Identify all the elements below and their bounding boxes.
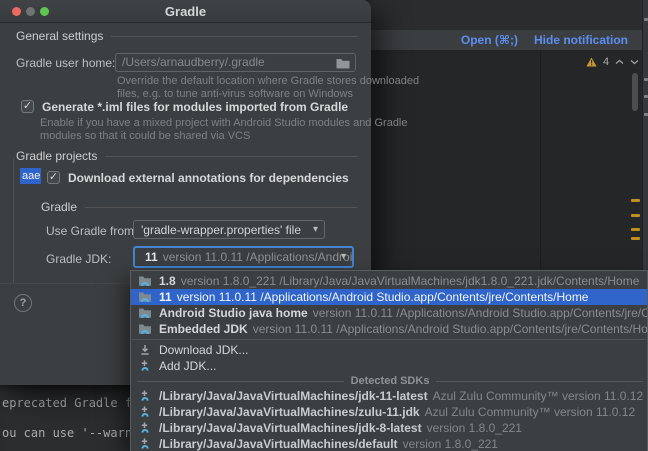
use-gradle-from-value: 'gradle-wrapper.properties' file xyxy=(141,223,301,237)
gradle-jdk-value-name: 11 xyxy=(145,250,158,264)
jdk-option-selected[interactable]: 11 version 11.0.11 /Applications/Android… xyxy=(131,289,647,305)
section-gradle: Gradle xyxy=(41,200,357,214)
close-button[interactable] xyxy=(12,7,21,16)
help-text: Override the default location where Grad… xyxy=(117,75,419,87)
jdk-option[interactable]: 1.8 version 1.8.0_221 /Library/Java/Java… xyxy=(131,273,647,289)
section-general-settings: General settings xyxy=(16,29,357,43)
editor-split-divider xyxy=(540,51,541,270)
browse-folder-icon[interactable] xyxy=(336,58,350,69)
jdk-option[interactable]: Android Studio java home version 11.0.11… xyxy=(131,305,647,321)
add-sdk-icon xyxy=(138,405,152,419)
add-sdk-icon xyxy=(138,421,152,435)
download-icon xyxy=(138,343,152,357)
use-gradle-from-select[interactable]: 'gradle-wrapper.properties' file ▾ xyxy=(133,220,325,239)
jdk-folder-icon xyxy=(138,274,152,288)
detected-sdks-header: Detected SDKs xyxy=(137,375,643,387)
stripe-mark xyxy=(644,18,648,21)
jdk-folder-icon xyxy=(138,306,152,320)
checkbox-checked-icon: ✓ xyxy=(21,100,34,113)
notification-bar: Open (⌘;) Hide notification xyxy=(371,30,648,51)
gradle-jdk-value-detail: version 11.0.11 /Applications/Androic xyxy=(163,250,354,264)
download-jdk-option[interactable]: Download JDK... xyxy=(131,342,647,358)
dialog-title: Gradle xyxy=(0,4,371,19)
zoom-button[interactable] xyxy=(40,7,49,16)
detected-sdk-option[interactable]: /Library/Java/JavaVirtualMachines/jdk-8-… xyxy=(131,420,647,436)
minimize-button xyxy=(26,7,35,16)
help-text: Enable if you have a mixed project with … xyxy=(40,117,408,129)
add-jdk-option[interactable]: Add JDK... xyxy=(131,358,647,374)
stripe-mark xyxy=(644,95,648,98)
detected-sdk-option[interactable]: /Library/Java/JavaVirtualMachines/zulu-1… xyxy=(131,404,647,420)
help-text: modules so that it could be shared via V… xyxy=(40,130,250,142)
add-sdk-icon xyxy=(138,437,152,451)
gradle-jdk-label: Gradle JDK: xyxy=(46,252,111,266)
use-gradle-from-label: Use Gradle from: xyxy=(46,224,137,238)
editor-top-strip xyxy=(371,0,648,31)
combo-arrow-icon: ▾ xyxy=(313,224,318,235)
warning-icon xyxy=(586,57,597,67)
screen: Open (⌘;) Hide notification 4 eprecated … xyxy=(0,0,648,451)
detected-sdk-option[interactable]: /Library/Java/JavaVirtualMachines/jdk-11… xyxy=(131,388,647,404)
checkbox-label: Download external annotations for depend… xyxy=(68,171,349,185)
chevron-down-icon[interactable] xyxy=(630,59,639,65)
scrollbar-thumb[interactable] xyxy=(632,73,638,111)
jdk-folder-icon xyxy=(138,322,152,336)
generate-iml-checkbox[interactable]: ✓ Generate *.iml files for modules impor… xyxy=(21,100,348,114)
add-sdk-icon xyxy=(138,389,152,403)
gradle-user-home-field[interactable]: /Users/arnaudberry/.gradle xyxy=(115,53,356,72)
hide-notification-link[interactable]: Hide notification xyxy=(534,33,628,47)
add-icon xyxy=(138,359,152,373)
warning-stripe-mark[interactable] xyxy=(631,237,640,240)
warning-count: 4 xyxy=(603,56,609,68)
jdk-option[interactable]: Embedded JDK version 11.0.11 /Applicatio… xyxy=(131,321,647,337)
project-list-item-selected[interactable]: aae xyxy=(20,168,41,184)
help-text: files, e.g. to tune anti-virus software … xyxy=(117,88,353,100)
gradle-user-home-label: Gradle user home: xyxy=(16,56,115,70)
warning-stripe-mark[interactable] xyxy=(631,199,640,202)
gradle-user-home-value: /Users/arnaudberry/.gradle xyxy=(122,55,265,69)
checkbox-checked-icon: ✓ xyxy=(47,171,60,184)
dialog-titlebar[interactable]: Gradle xyxy=(0,0,371,23)
inspections-widget[interactable]: 4 xyxy=(586,55,639,68)
help-button[interactable]: ? xyxy=(14,294,32,312)
warning-stripe-mark[interactable] xyxy=(631,228,640,231)
chevron-up-icon[interactable] xyxy=(615,59,624,65)
jdk-dropdown-popup: 1.8 version 1.8.0_221 /Library/Java/Java… xyxy=(130,270,648,451)
detected-sdk-option[interactable]: /Library/Java/JavaVirtualMachines/defaul… xyxy=(131,436,647,451)
popup-separator xyxy=(132,339,646,340)
right-edge-strip xyxy=(642,0,648,270)
stripe-mark xyxy=(644,78,648,81)
stripe-mark xyxy=(644,113,648,116)
open-shortcut-link[interactable]: Open (⌘;) xyxy=(461,33,518,47)
checkbox-label: Generate *.iml files for modules importe… xyxy=(42,100,348,114)
warning-stripe-mark[interactable] xyxy=(631,214,640,217)
projects-panel-border xyxy=(13,158,14,283)
gradle-jdk-select[interactable]: 11 version 11.0.11 /Applications/Androic… xyxy=(133,246,354,268)
combo-arrow-icon: ▾ xyxy=(341,251,346,262)
download-annotations-checkbox[interactable]: ✓ Download external annotations for depe… xyxy=(47,171,349,185)
jdk-folder-icon xyxy=(138,290,152,304)
section-gradle-projects: Gradle projects xyxy=(16,149,357,163)
